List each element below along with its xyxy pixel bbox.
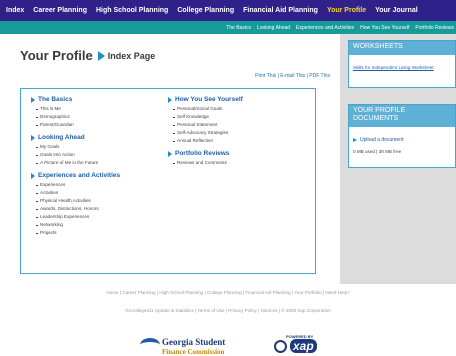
list-item[interactable]: A Picture of Me in the Future — [31, 159, 168, 167]
arrow-right-icon — [31, 134, 35, 141]
arrow-right-icon — [168, 96, 172, 103]
list-item[interactable]: This is Me — [31, 105, 168, 113]
nav-college-planning[interactable]: College Planning — [177, 7, 234, 14]
list-item[interactable]: Self Knowledge — [168, 113, 305, 121]
list-item[interactable]: Physical Health Activities — [31, 197, 168, 205]
arrow-right-icon — [31, 172, 35, 179]
list-item[interactable]: Annual Reflection — [168, 137, 305, 145]
section-portfolio-reviews: Portfolio Reviews Reviews and Comments — [168, 150, 305, 167]
arrow-right-icon — [31, 96, 35, 103]
xap-logo: POWERED BY xap — [272, 334, 332, 356]
arrow-right-icon — [97, 50, 105, 61]
main-content: Your Profile Index Page Print This | E-m… — [14, 40, 332, 282]
nav-career-planning[interactable]: Career Planning — [33, 7, 87, 14]
section-heading[interactable]: The Basics — [31, 96, 168, 103]
page-subtitle: Index Page — [107, 50, 156, 61]
list-item[interactable]: Parent/Guardian — [31, 121, 168, 129]
list-item[interactable]: My Goals — [31, 143, 168, 151]
list-item[interactable]: Personal/Social Goals — [168, 105, 305, 113]
sidebar: WORKSHEETS Skills for Independent Living… — [340, 34, 456, 284]
list-item[interactable]: Experiences — [31, 181, 168, 189]
section-the-basics: The Basics This is Me Demographics Paren… — [31, 96, 168, 129]
documents-title: YOUR PROFILE DOCUMENTS — [349, 105, 455, 127]
sub-navigation: The Basics Looking Ahead Experiences and… — [0, 21, 456, 34]
list-item[interactable]: Activities — [31, 189, 168, 197]
worksheets-title: WORKSHEETS — [349, 41, 455, 55]
xap-circle-icon — [274, 340, 287, 353]
list-item[interactable]: Networking — [31, 221, 168, 229]
left-column: The Basics This is Me Demographics Paren… — [31, 96, 168, 266]
nav-index[interactable]: Index — [6, 7, 24, 14]
list-item[interactable]: Leadership Experiences — [31, 213, 168, 221]
section-heading[interactable]: Experiences and Activities — [31, 172, 168, 179]
section-heading[interactable]: Looking Ahead — [31, 134, 168, 141]
swoosh-icon — [140, 338, 160, 352]
list-item[interactable]: Awards, Distinctions, Honors — [31, 205, 168, 213]
subnav-experiences-activities[interactable]: Experiences and Activities — [296, 25, 354, 31]
nav-financial-aid-planning[interactable]: Financial Aid Planning — [243, 7, 318, 14]
list-item[interactable]: Personal Statement — [168, 121, 305, 129]
profile-index-box: The Basics This is Me Demographics Paren… — [20, 88, 316, 274]
section-heading[interactable]: Portfolio Reviews — [168, 150, 305, 157]
footer-legal-links[interactable]: GAcollege411 Update & Statistics | Terms… — [0, 308, 456, 313]
nav-your-journal[interactable]: Your Journal — [375, 7, 418, 14]
page-heading: Your Profile Index Page — [20, 48, 155, 63]
list-item[interactable]: Reviews and Comments — [168, 159, 305, 167]
subnav-the-basics[interactable]: The Basics — [226, 25, 251, 31]
list-item[interactable]: Projects — [31, 229, 168, 237]
list-item[interactable]: Demographics — [31, 113, 168, 121]
nav-your-profile[interactable]: Your Profile — [327, 7, 366, 14]
logos-bar: Georgia Student Finance Commission POWER… — [0, 332, 456, 356]
list-item[interactable]: Self-Advocacy Strategies — [168, 129, 305, 137]
subnav-how-you-see-yourself[interactable]: How You See Yourself — [360, 25, 409, 31]
worksheet-link[interactable]: Skills for Independent Living Worksheet — [349, 55, 455, 71]
arrow-right-icon — [168, 150, 172, 157]
nav-high-school-planning[interactable]: High School Planning — [96, 7, 168, 14]
section-experiences-activities: Experiences and Activities Experiences A… — [31, 172, 168, 237]
list-item[interactable]: Goals Into Action — [31, 151, 168, 159]
top-navigation: Index Career Planning High School Planni… — [0, 0, 456, 21]
right-column: How You See Yourself Personal/Social Goa… — [168, 96, 305, 266]
footer-nav-links[interactable]: Home | Career Planning | High School Pla… — [0, 290, 456, 295]
arrow-right-icon — [353, 138, 357, 142]
page-title: Your Profile — [20, 48, 93, 63]
gsfc-logo: Georgia Student Finance Commission — [140, 334, 250, 356]
subnav-portfolio-reviews[interactable]: Portfolio Reviews — [415, 25, 454, 31]
section-looking-ahead: Looking Ahead My Goals Goals Into Action… — [31, 134, 168, 167]
print-email-pdf-links[interactable]: Print This | E-mail This | PDF This — [255, 73, 330, 79]
upload-document-link[interactable]: Upload a document — [349, 127, 455, 143]
subnav-looking-ahead[interactable]: Looking Ahead — [257, 25, 290, 31]
worksheets-panel: WORKSHEETS Skills for Independent Living… — [348, 40, 456, 88]
storage-quota: 0 MB used | 30 MB free — [353, 149, 402, 154]
section-heading[interactable]: How You See Yourself — [168, 96, 305, 103]
section-how-you-see-yourself: How You See Yourself Personal/Social Goa… — [168, 96, 305, 145]
profile-documents-panel: YOUR PROFILE DOCUMENTS Upload a document… — [348, 104, 456, 168]
